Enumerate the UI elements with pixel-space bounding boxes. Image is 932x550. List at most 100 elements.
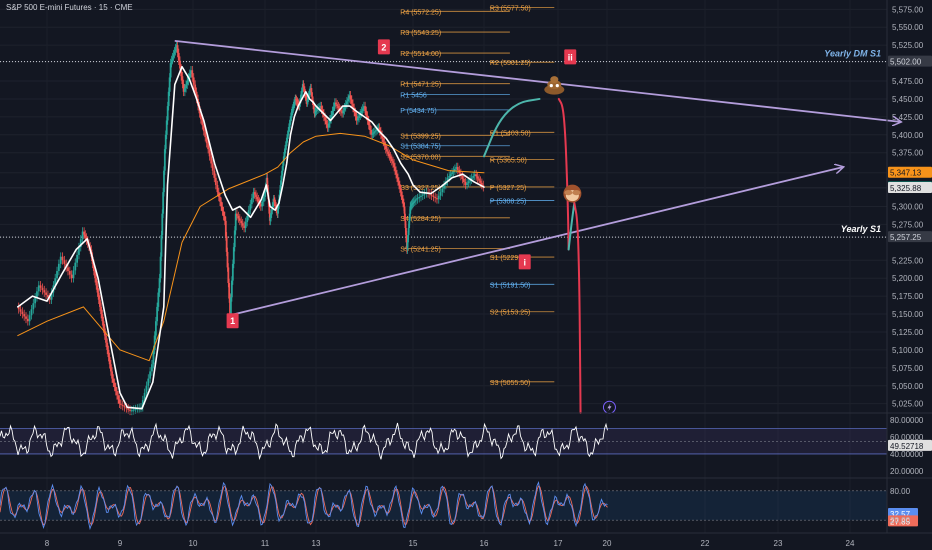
candle-body (464, 182, 467, 185)
candle-body (392, 161, 394, 164)
candle-body (116, 391, 118, 396)
wave-label-text: 1 (230, 316, 235, 326)
candle-body (479, 180, 482, 183)
pivot-label: R1 (5471.25) (400, 82, 441, 89)
symbol-title: S&P 500 E-mini Futures · 15 · CME (6, 3, 133, 12)
candle-body (221, 206, 224, 212)
wave-label-text: ii (568, 52, 573, 62)
candle-body (208, 149, 211, 157)
candle-body (475, 174, 478, 177)
candle-body (36, 291, 38, 298)
candle-body (183, 88, 186, 92)
x-tick-label: 10 (189, 539, 198, 548)
candle-body (420, 195, 422, 197)
candle-body (114, 386, 117, 392)
pivot-label: R3 (5577.50) (490, 6, 531, 13)
candle-body (371, 133, 374, 135)
candle-body (356, 118, 359, 121)
candle-body (421, 194, 424, 196)
poo-layer (550, 76, 559, 84)
candle-body (441, 188, 444, 193)
price-badge: 5,325.88 (888, 181, 932, 193)
pivot-label: S1 (5384.75) (400, 144, 440, 151)
candle-body (204, 131, 207, 138)
candle-body (32, 303, 35, 310)
y-tick-label: 5,575.00 (892, 5, 924, 14)
y-tick-label: 5,400.00 (892, 131, 924, 140)
stoch-tick-label: 20.00 (890, 516, 911, 525)
candle-body (100, 306, 103, 315)
candle-body (389, 156, 392, 159)
candle-body (213, 170, 216, 178)
candle-body (412, 201, 415, 203)
candle-body (430, 194, 433, 196)
pivot-label: R4 (5572.25) (400, 9, 441, 16)
candle-body (105, 335, 107, 343)
candle-body (113, 382, 116, 387)
candle-body (130, 410, 133, 412)
candle-body (350, 99, 353, 104)
candle-body (347, 98, 350, 102)
candle-body (132, 409, 135, 411)
candle-body (41, 287, 44, 291)
candle-body (34, 297, 37, 304)
candle-body (390, 158, 393, 162)
pivot-label: S1 (5191.50) (490, 282, 530, 289)
candle-body (106, 342, 109, 350)
candle-body (74, 262, 77, 271)
y-tick-label: 5,475.00 (892, 77, 924, 86)
y-tick-label: 5,125.00 (892, 328, 924, 337)
candle-body (369, 125, 371, 131)
candle-body (343, 107, 346, 111)
candle-body (335, 102, 337, 105)
candle-body (382, 138, 385, 142)
candle-body (72, 270, 75, 279)
candle-body (415, 199, 417, 201)
candle-body (257, 199, 260, 202)
poo-eye (549, 84, 553, 88)
candle-body (320, 106, 323, 110)
chart-stage[interactable]: 5,575.00 5,550.00 5,525.00 5,502.00 5,475.00… (0, 0, 932, 550)
candle-body (96, 285, 99, 293)
pivot-label: R1 (5403.50) (490, 130, 531, 137)
candle-body (185, 84, 187, 89)
price-badge-text: 5,325.88 (890, 184, 922, 193)
candle-body (249, 204, 252, 211)
wave-label-text: i (523, 257, 526, 267)
y-tick-label: 5,150.00 (892, 310, 924, 319)
pivot-label: P (5434.75) (400, 108, 436, 115)
candle-body (177, 52, 180, 61)
x-tick-label: 16 (480, 539, 489, 548)
candle-body (97, 292, 100, 300)
y-tick-label: 5,375.00 (892, 149, 924, 158)
monkey-hand (564, 189, 573, 196)
candle-body (188, 73, 191, 78)
chart-canvas[interactable]: 5,575.00 5,550.00 5,525.00 5,502.00 5,475.00… (0, 0, 932, 550)
candle-body (149, 371, 152, 379)
candle-body (449, 174, 452, 177)
price-badge-text: 5,502.00 (890, 58, 922, 67)
y-tick-label: 5,425.00 (892, 113, 924, 122)
candle-body (158, 278, 161, 293)
candle-body (83, 231, 86, 235)
candle-body (123, 406, 126, 408)
wave-label: ii (564, 49, 577, 65)
pivot-label: S3 (5055.50) (490, 380, 530, 387)
candle-body (56, 271, 58, 279)
price-badge: 5,347.13 (888, 166, 932, 178)
candle-body (432, 195, 435, 197)
candle-body (19, 309, 22, 312)
candle-body (262, 196, 265, 202)
candle-body (101, 314, 104, 322)
x-tick-label: 15 (409, 539, 418, 548)
candle-body (211, 163, 214, 171)
x-tick-label: 22 (701, 539, 710, 548)
monkey-hand (572, 189, 581, 196)
candle-body (315, 109, 318, 111)
yearly-level-label: Yearly DM S1 (824, 49, 881, 59)
candle-body (478, 178, 480, 181)
x-tick-label: 8 (45, 539, 50, 548)
y-tick-label: 5,075.00 (892, 364, 924, 373)
candle-body (448, 176, 451, 178)
candle-body (434, 196, 437, 199)
